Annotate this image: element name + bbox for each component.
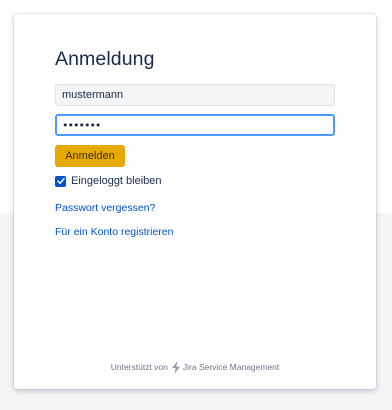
checkmark-icon (56, 178, 65, 184)
remember-me-checkbox[interactable] (55, 175, 66, 187)
jira-service-management-icon (171, 360, 181, 374)
register-link[interactable]: Für ein Konto registrieren (55, 226, 173, 238)
forgot-password-link[interactable]: Passwort vergessen? (55, 202, 155, 214)
password-input[interactable] (55, 114, 335, 136)
footer-powered-by: Unterstützt von (110, 362, 168, 372)
remember-me[interactable]: Eingeloggt bleiben (55, 174, 162, 188)
footer-product-name: Jira Service Management (182, 362, 280, 372)
remember-me-label: Eingeloggt bleiben (71, 175, 162, 187)
login-button[interactable]: Anmelden (55, 145, 125, 167)
page-title: Anmeldung (55, 48, 155, 70)
footer: Unterstützt von Jira Service Management (14, 360, 376, 374)
username-input[interactable] (55, 84, 335, 106)
login-card: Anmeldung Anmelden Eingeloggt bleiben Pa… (14, 14, 376, 389)
